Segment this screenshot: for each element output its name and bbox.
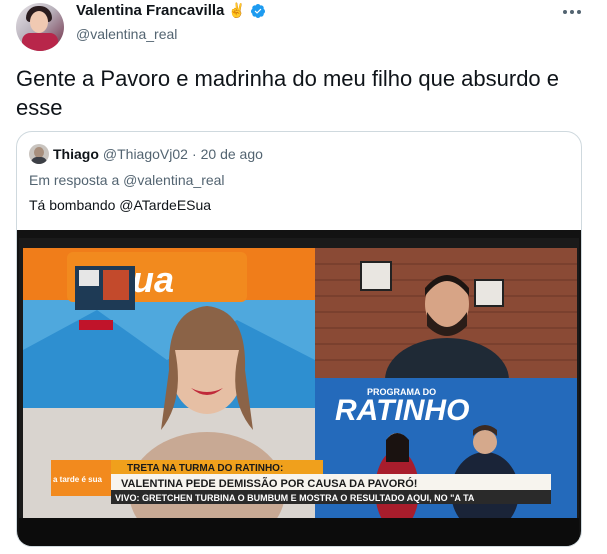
- verified-badge-icon: [250, 3, 265, 18]
- wall-frame-2: [474, 279, 504, 307]
- author-avatar[interactable]: [16, 3, 64, 51]
- show-logo-text: a tarde é sua: [53, 475, 102, 484]
- author-name-row[interactable]: Valentina Francavilla ✌️: [76, 2, 266, 19]
- victory-hand-emoji: ✌️: [228, 2, 246, 19]
- author-name[interactable]: Valentina Francavilla: [76, 2, 224, 19]
- quoted-author-name: Thiago: [53, 146, 99, 162]
- more-options-icon[interactable]: [558, 2, 586, 22]
- quoted-tweet-text: Tá bombando @ATardeESua: [29, 197, 212, 213]
- quoted-tweet-header: Thiago @ThiagoVj02 · 20 de ago: [29, 144, 263, 164]
- tweet-text: Gente a Pavoro e madrinha do meu filho q…: [16, 66, 560, 120]
- author-handle[interactable]: @valentina_real: [76, 26, 177, 42]
- tv-screen-photo[interactable]: sua PROGRAMA DO RATINHO a tarde é sua TR…: [17, 230, 581, 546]
- quoted-author-handle: @ThiagoVj02: [102, 146, 188, 162]
- ao-vivo-tag: [79, 320, 113, 330]
- wall-frame-1: [360, 261, 392, 291]
- meta-separator: ·: [191, 146, 197, 162]
- program-name: RATINHO: [335, 394, 469, 427]
- banner-main-text: VALENTINA PEDE DEMISSÃO POR CAUSA DA PAV…: [121, 477, 417, 490]
- quoted-author-avatar: [29, 144, 49, 164]
- reply-context: Em resposta a @valentina_real: [29, 172, 225, 188]
- quoted-tweet-date: 20 de ago: [200, 146, 263, 162]
- quoted-tweet[interactable]: Thiago @ThiagoVj02 · 20 de ago Em respos…: [16, 131, 582, 547]
- banner-top-text: TRETA NA TURMA DO RATINHO:: [127, 463, 283, 474]
- banner-ticker-text: VIVO: GRETCHEN TURBINA O BUMBUM E MOSTRA…: [115, 493, 475, 503]
